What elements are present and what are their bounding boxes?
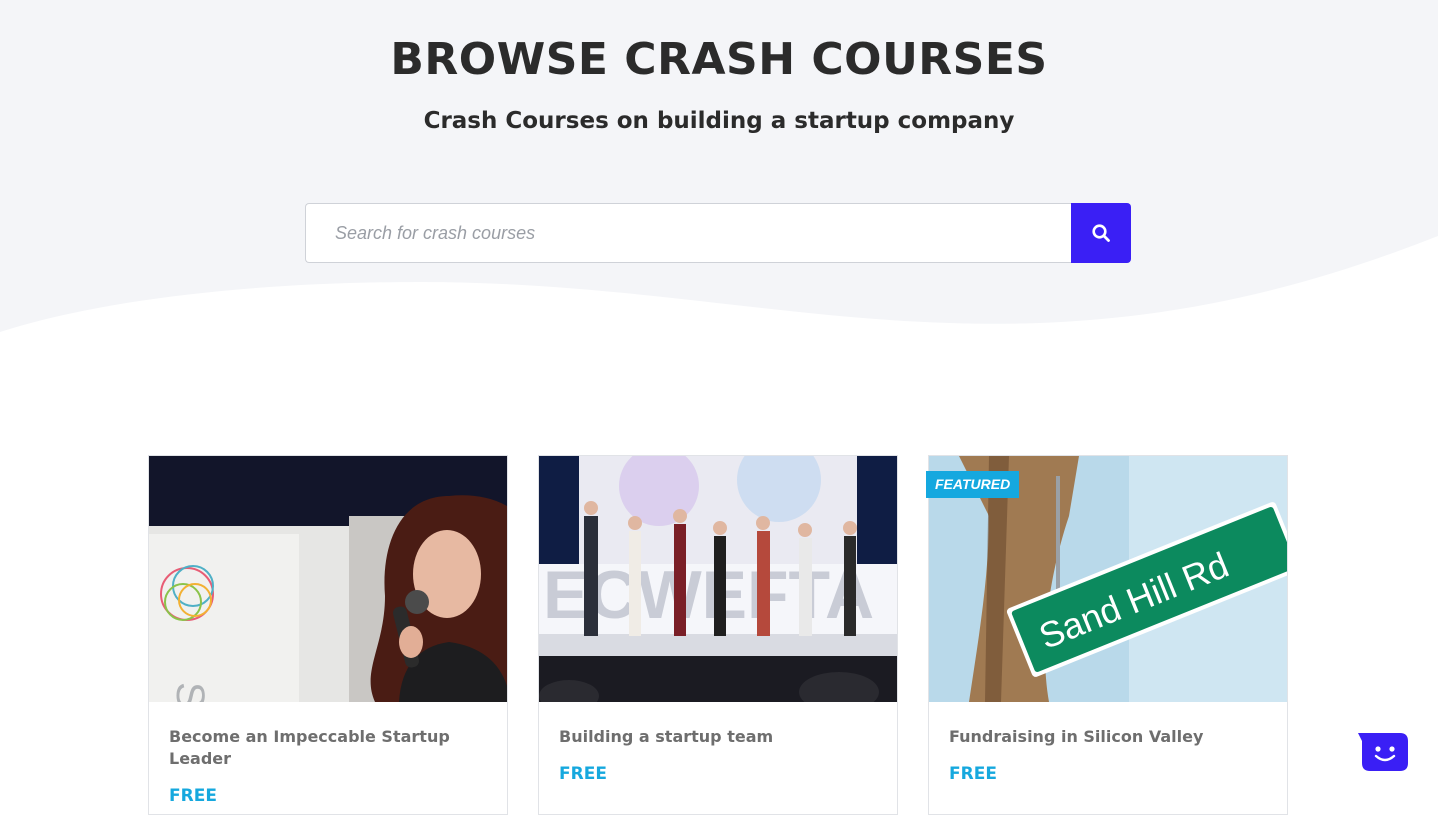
course-title[interactable]: Fundraising in Silicon Valley — [949, 726, 1249, 748]
featured-badge: FEATURED — [926, 471, 1020, 498]
search-icon — [1092, 224, 1110, 242]
course-card[interactable]: Sili Become an Impeccable Startup Leader… — [148, 455, 508, 815]
page-title: BROWSE CRASH COURSES — [390, 34, 1048, 85]
hero-section: BROWSE CRASH COURSES Crash Courses on bu… — [0, 0, 1438, 340]
course-card[interactable]: Sand Hill Rd FEATURED Fundraising in Sil… — [926, 455, 1288, 815]
course-title[interactable]: Building a startup team — [559, 726, 859, 748]
course-title[interactable]: Become an Impeccable Startup Leader — [169, 726, 469, 770]
svg-text:Sili: Sili — [168, 682, 212, 702]
search-button[interactable] — [1071, 203, 1131, 263]
chat-bot-icon — [1358, 733, 1408, 771]
chat-widget-button[interactable] — [1358, 733, 1408, 771]
course-image: Sili — [149, 456, 507, 702]
search-input[interactable] — [305, 203, 1071, 263]
course-card[interactable]: ECWEFTA Building a startup team FREE — [538, 455, 898, 815]
course-image: ECWEFTA — [539, 456, 897, 702]
search-bar — [305, 203, 1131, 263]
course-price: FREE — [949, 764, 997, 784]
course-price: FREE — [169, 786, 217, 806]
course-price: FREE — [559, 764, 607, 784]
page-subtitle: Crash Courses on building a startup comp… — [423, 108, 1015, 134]
